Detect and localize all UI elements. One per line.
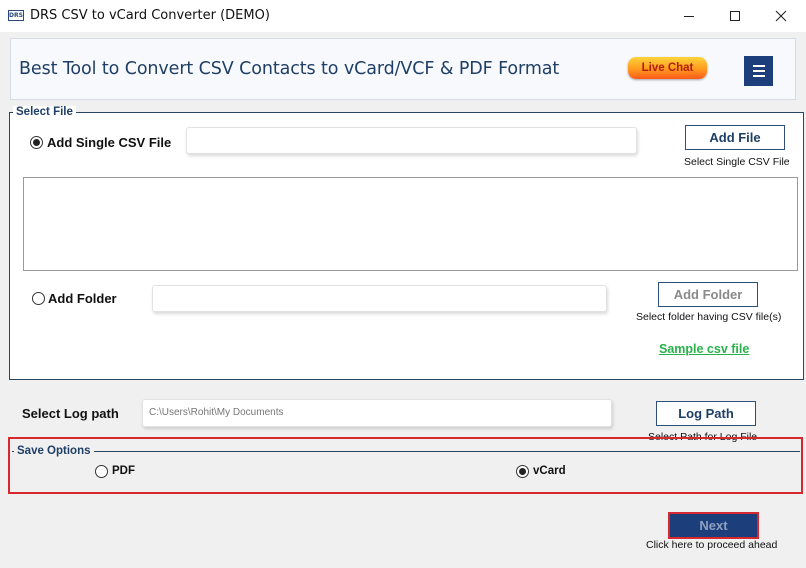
close-icon [775,10,787,22]
menu-button[interactable] [744,56,773,86]
single-csv-path-input[interactable] [186,127,637,154]
add-folder-label[interactable]: Add Folder [48,291,117,306]
save-options-highlight [8,437,803,494]
add-file-button[interactable]: Add File [685,125,785,150]
maximize-button[interactable] [712,0,758,32]
csv-file-list[interactable] [23,177,798,271]
hamburger-icon-line [752,70,765,72]
add-folder-radio[interactable] [32,292,45,305]
live-chat-button[interactable]: Live Chat [628,57,707,79]
page-title: Best Tool to Convert CSV Contacts to vCa… [19,59,560,79]
hamburger-icon [752,65,765,67]
hamburger-icon-line [752,75,765,77]
add-folder-button[interactable]: Add Folder [658,282,758,307]
close-button[interactable] [758,0,804,32]
maximize-icon [730,11,740,21]
minimize-icon [684,16,694,17]
minimize-button[interactable] [666,0,712,32]
next-hint: Click here to proceed ahead [646,539,778,551]
select-file-group: Select File Add Single CSV File Add File… [9,106,804,380]
add-folder-hint: Select folder having CSV file(s) [636,311,782,323]
log-path-button[interactable]: Log Path [656,401,756,426]
add-file-hint: Select Single CSV File [684,156,790,168]
single-csv-label[interactable]: Add Single CSV File [47,135,171,150]
header-banner: Best Tool to Convert CSV Contacts to vCa… [10,38,796,100]
sample-csv-link[interactable]: Sample csv file [659,342,749,356]
folder-path-input[interactable] [152,285,607,312]
log-path-input[interactable]: C:\Users\Rohit\My Documents [142,399,612,427]
title-bar: DRS DRS CSV to vCard Converter (DEMO) [0,0,806,32]
window-title: DRS CSV to vCard Converter (DEMO) [30,8,270,23]
next-button[interactable]: Next [668,512,759,539]
log-path-label: Select Log path [22,406,119,421]
select-file-legend: Select File [13,106,76,118]
single-csv-radio[interactable] [30,136,43,149]
app-icon: DRS [8,10,24,21]
